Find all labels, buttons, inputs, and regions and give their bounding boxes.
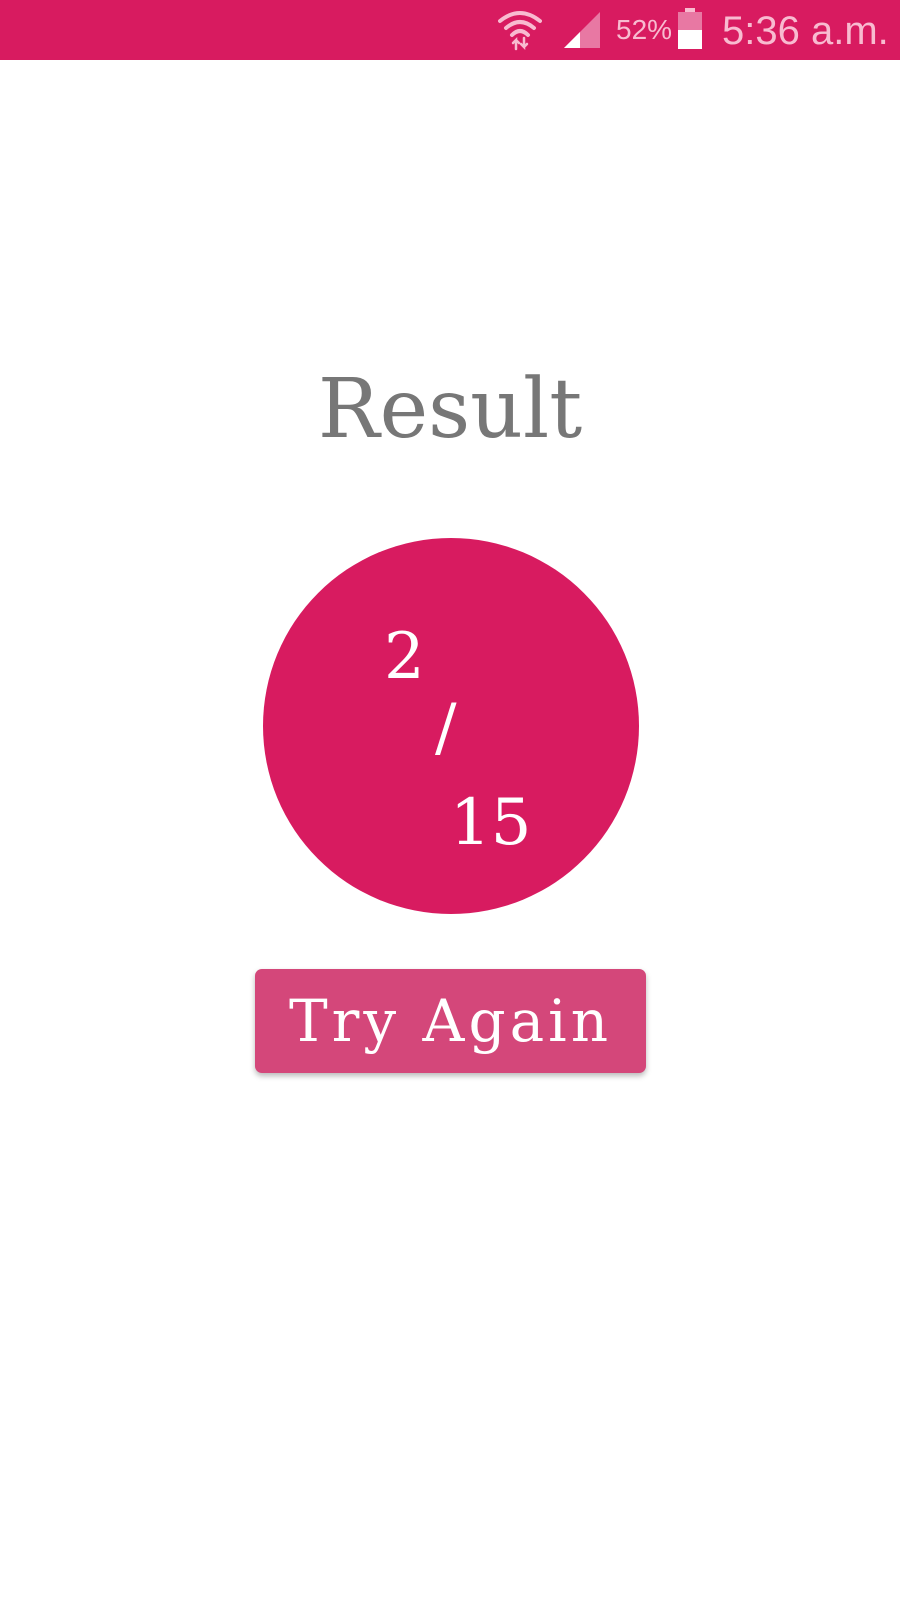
status-time: 5:36 a.m. — [722, 9, 889, 53]
try-again-button[interactable]: Try Again — [255, 969, 646, 1073]
status-bar: 52% 5:36 a.m. — [0, 0, 900, 60]
score-value: 2 — [384, 620, 425, 694]
battery-icon — [678, 8, 702, 49]
score-circle: 2 / 15 — [263, 538, 639, 914]
score-total: 15 — [450, 786, 532, 860]
score-separator: / — [435, 691, 457, 765]
signal-icon — [564, 12, 600, 48]
page-title: Result — [317, 362, 583, 457]
wifi-icon — [498, 11, 542, 51]
battery-percent: 52% — [616, 14, 673, 45]
